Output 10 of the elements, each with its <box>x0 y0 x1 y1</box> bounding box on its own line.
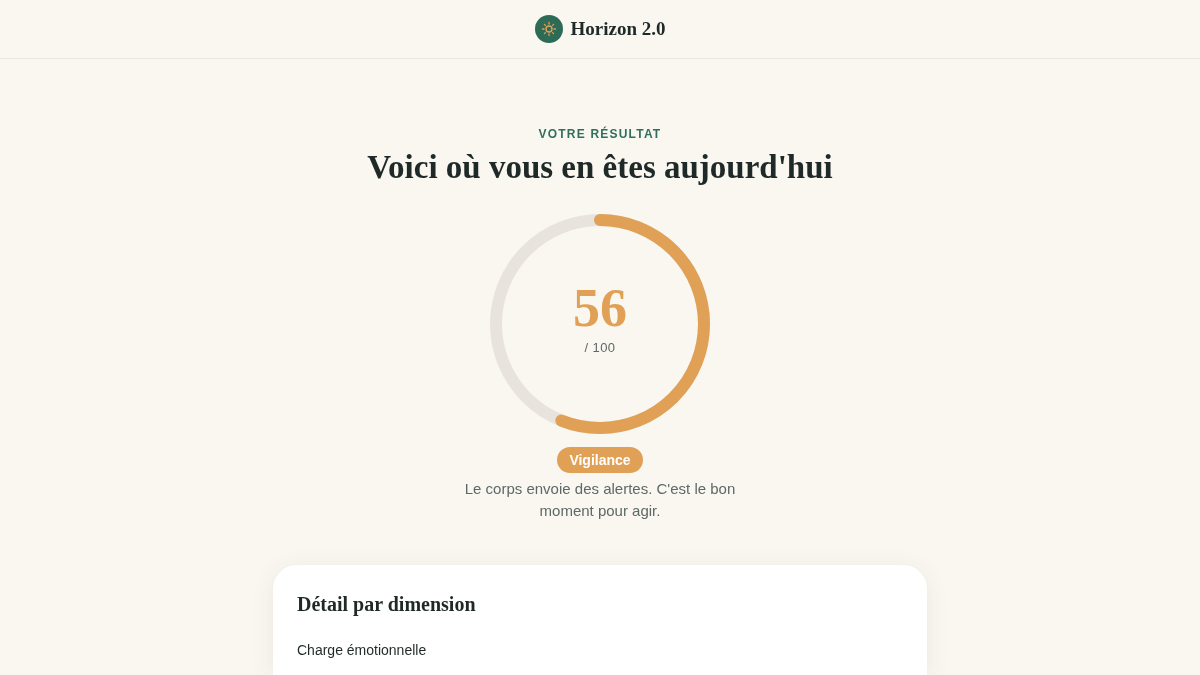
sun-logo-icon <box>534 15 563 43</box>
brand-name: Horizon 2.0 <box>570 16 666 41</box>
page-title: Voici où vous en êtes aujourd'hui <box>367 148 833 187</box>
score-max: / 100 <box>584 340 616 356</box>
card-title: Détail par dimension <box>297 592 477 617</box>
status-badge: Vigilance <box>557 447 643 473</box>
section-eyebrow: VOTRE RÉSULTAT <box>538 126 662 142</box>
dimension-label: Charge émotionnelle <box>297 641 428 659</box>
score-value: 56 <box>573 282 627 334</box>
status-description: Le corps envoie des alertes. C'est le bon moment pour agir. <box>463 479 737 521</box>
